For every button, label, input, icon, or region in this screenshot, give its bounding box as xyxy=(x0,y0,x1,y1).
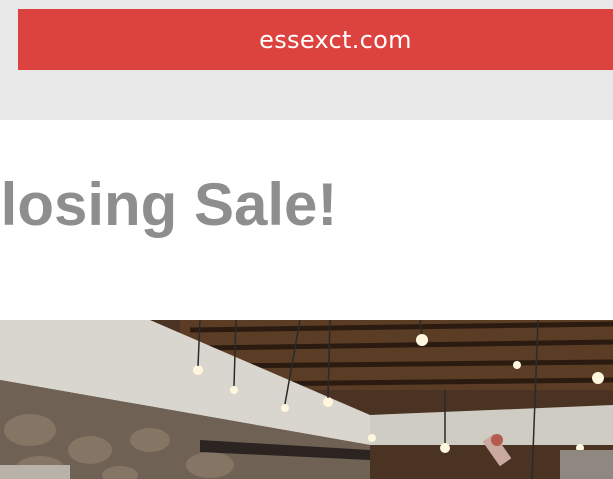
store-interior-photo xyxy=(0,320,613,479)
headline-section: o Closing Sale! xyxy=(0,120,613,320)
site-link-button[interactable]: essexct.com xyxy=(18,9,613,70)
promo-band: essexct.com xyxy=(0,0,613,120)
page-headline: o Closing Sale! xyxy=(0,171,338,238)
photo-illustration xyxy=(0,320,613,479)
